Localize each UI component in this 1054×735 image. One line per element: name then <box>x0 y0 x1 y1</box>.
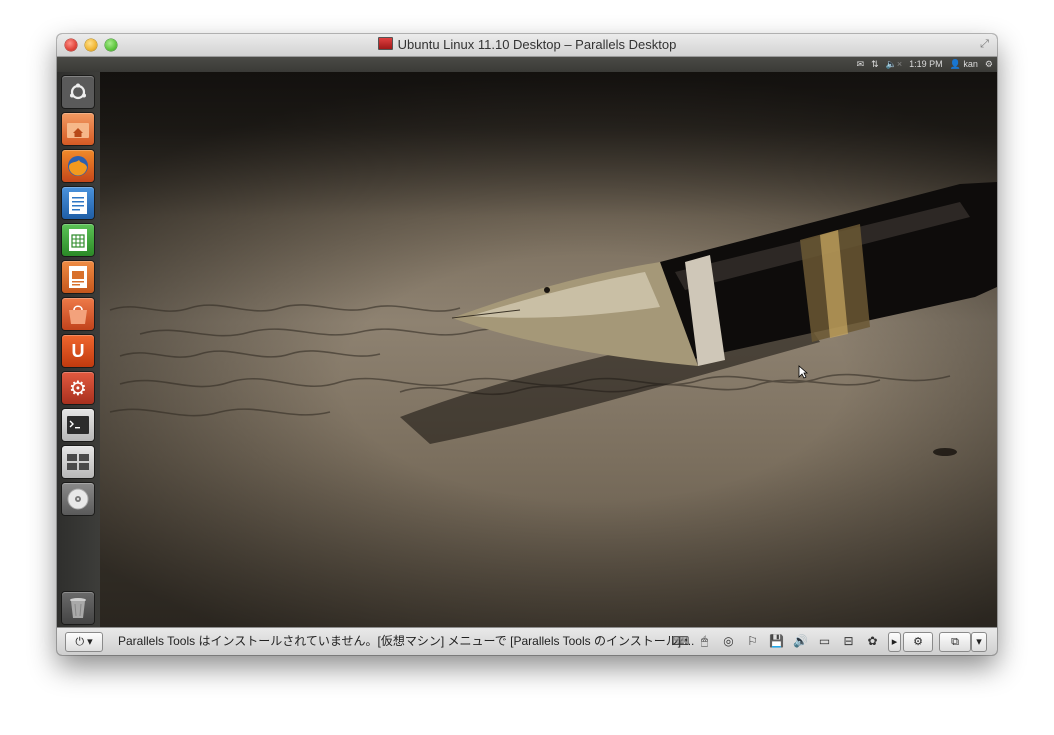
firefox-icon <box>68 156 88 176</box>
window-mode-icon: ⧉ <box>951 636 959 648</box>
shared-folders-icon[interactable]: ✿ <box>864 633 881 650</box>
launcher-system-settings[interactable]: ⚙ <box>62 372 94 404</box>
view-mode-dropdown-button[interactable]: ▾ <box>971 632 987 652</box>
vm-display-icon <box>377 37 393 50</box>
sound-device-icon[interactable]: 🔊 <box>792 633 809 650</box>
network-device-icon[interactable]: ⚐ <box>744 633 761 650</box>
writer-icon <box>69 192 87 214</box>
gear-icon: ⚙ <box>913 636 923 648</box>
view-mode-button[interactable]: ⧉ <box>939 632 971 652</box>
home-folder-icon <box>67 123 89 138</box>
floppy-disk-icon[interactable]: 💾 <box>768 633 785 650</box>
sound-muted-icon[interactable]: 🔈× <box>886 57 902 72</box>
ubuntu-logo-icon <box>70 83 86 100</box>
user-icon: 👤 <box>949 59 961 69</box>
launcher-libreoffice-writer[interactable] <box>62 187 94 219</box>
settings-gears-icon: ⚙ <box>69 377 87 400</box>
parallels-window: Ubuntu Linux 11.10 Desktop – Parallels D… <box>57 34 997 655</box>
trash-icon <box>70 598 86 618</box>
expand-devices-button[interactable]: ▸ <box>888 632 901 652</box>
configure-gear-button[interactable]: ⚙ <box>903 632 933 652</box>
usb-device-icon[interactable]: ⊟ <box>840 633 857 650</box>
unity-launcher: U ⚙ <box>57 72 101 628</box>
launcher-terminal[interactable] <box>62 409 94 441</box>
user-name: kan <box>963 59 978 69</box>
launcher-firefox[interactable] <box>62 150 94 182</box>
calc-icon <box>69 229 87 251</box>
power-menu-button[interactable]: ⏻ ▾ <box>65 632 103 652</box>
window-title: Ubuntu Linux 11.10 Desktop – Parallels D… <box>57 34 997 56</box>
hard-disk-icon[interactable]: ▭ <box>816 633 833 650</box>
software-center-icon <box>69 305 87 324</box>
network-indicator-icon[interactable]: ⇅ <box>871 57 879 72</box>
ubuntu-one-icon: U <box>71 340 85 361</box>
keyboard-icon[interactable]: ⌨ <box>672 633 689 650</box>
launcher-home-folder[interactable] <box>62 113 94 145</box>
user-indicator[interactable]: 👤 kan <box>950 57 978 72</box>
workspace-switcher-icon <box>67 454 89 470</box>
cd-dvd-device-icon[interactable]: ◎ <box>720 633 737 650</box>
window-title-text: Ubuntu Linux 11.10 Desktop – Parallels D… <box>397 37 677 52</box>
impress-icon <box>69 266 87 288</box>
launcher-software-center[interactable] <box>62 298 94 330</box>
session-gear-icon[interactable]: ⚙ <box>985 57 993 72</box>
launcher-workspace-switcher[interactable] <box>62 446 94 478</box>
launcher-ubuntu-one[interactable]: U <box>62 335 94 367</box>
mouse-cursor-icon <box>798 365 808 379</box>
mouse-device-icon[interactable]: 🖱 <box>696 633 713 650</box>
tools-not-installed-message[interactable]: Parallels Tools はインストールされていません。[仮想マシン] メ… <box>118 628 694 655</box>
desktop-wallpaper[interactable] <box>100 72 997 628</box>
parallels-status-bar: ⏻ ▾ Parallels Tools はインストールされていません。[仮想マシ… <box>57 627 997 655</box>
clock[interactable]: 1:19 PM <box>909 57 943 72</box>
launcher-libreoffice-impress[interactable] <box>62 261 94 293</box>
launcher-cd-drive[interactable] <box>62 483 94 515</box>
launcher-libreoffice-calc[interactable] <box>62 224 94 256</box>
launcher-trash[interactable] <box>62 592 94 624</box>
launcher-dash-home[interactable] <box>62 76 94 108</box>
fullscreen-icon[interactable]: ⤢ <box>978 38 991 51</box>
mail-indicator-icon[interactable]: ✉ <box>857 57 865 72</box>
cd-disc-icon <box>67 488 89 510</box>
indicator-tray: ✉ ⇅ 🔈× 1:19 PM 👤 kan ⚙ <box>857 57 993 72</box>
chevron-down-icon: ▾ <box>976 636 982 648</box>
fountain-pen-wallpaper-image <box>109 182 997 456</box>
title-bar[interactable]: Ubuntu Linux 11.10 Desktop – Parallels D… <box>57 34 997 57</box>
terminal-icon <box>67 416 89 434</box>
ubuntu-top-panel: ✉ ⇅ 🔈× 1:19 PM 👤 kan ⚙ <box>57 57 997 72</box>
